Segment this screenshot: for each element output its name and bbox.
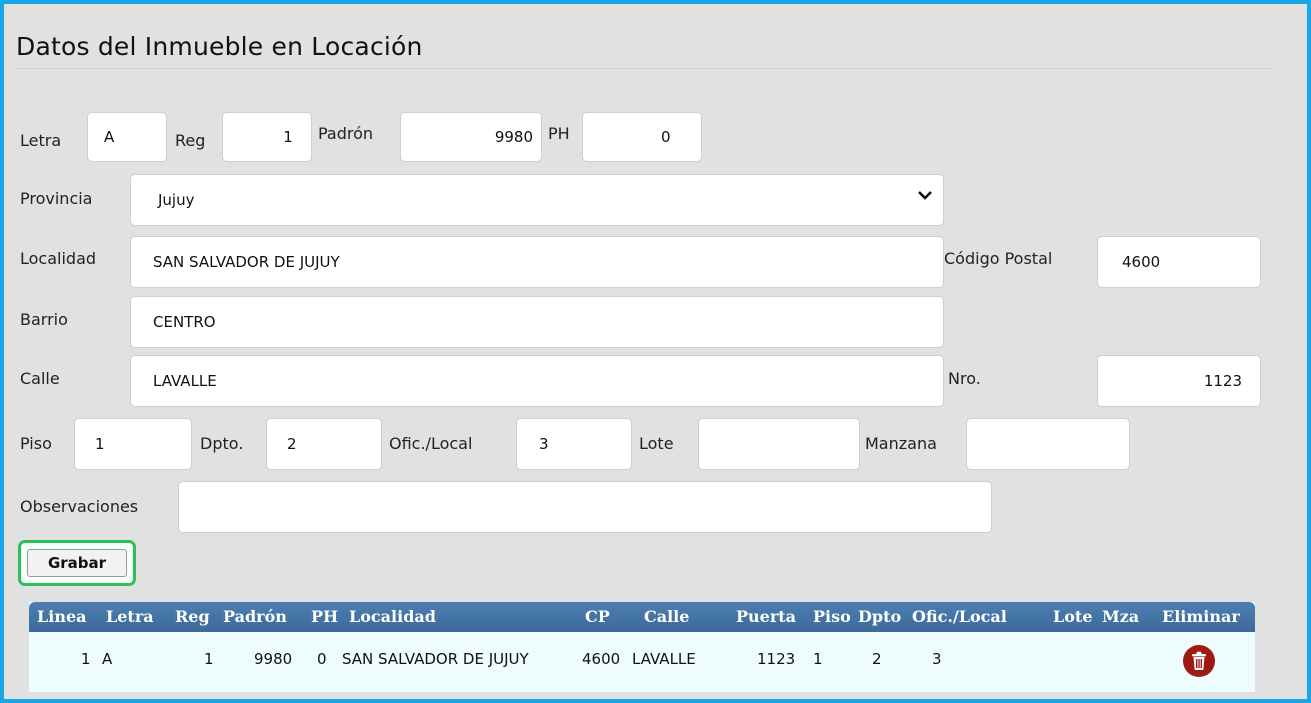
header-eliminar: Eliminar [1162,607,1240,626]
observaciones-input[interactable] [178,481,992,533]
header-localidad: Localidad [349,607,436,626]
cell-letra: A [102,650,113,668]
padron-label: Padrón [318,124,374,143]
calle-label: Calle [20,369,60,388]
cell-localidad: SAN SALVADOR DE JUJUY [342,650,529,668]
calle-input[interactable] [130,355,944,407]
oficina-label: Ofic./Local [389,434,473,453]
padron-input[interactable] [400,112,542,162]
lote-label: Lote [639,434,674,453]
save-button[interactable]: Grabar [27,549,127,577]
piso-label: Piso [20,434,52,453]
dpto-label: Dpto. [200,434,244,453]
cell-dpto: 2 [872,650,882,668]
localidad-input[interactable] [130,236,944,288]
cell-ph: 0 [317,650,327,668]
header-padron: Padrón [223,607,287,626]
chevron-down-icon [918,191,932,200]
header-puerta: Puerta [736,607,797,626]
header-cp: CP [585,607,610,626]
cell-linea: 1 [81,650,91,668]
cell-padron: 9980 [254,650,293,668]
header-oficina: Ofic./Local [912,607,1007,626]
provincia-selected: Jujuy [158,191,195,209]
observaciones-label: Observaciones [20,497,139,516]
reg-input[interactable] [222,112,312,162]
title-divider [16,68,1272,69]
localidad-label: Localidad [20,249,97,268]
cell-piso: 1 [813,650,823,668]
table-header: Linea Letra Reg Padrón PH Localidad CP C… [29,602,1255,632]
barrio-input[interactable] [130,296,944,348]
lote-input[interactable] [698,418,860,470]
letra-input[interactable] [87,112,167,162]
provincia-select[interactable]: Jujuy [130,174,944,226]
ph-label: PH [548,124,570,143]
dpto-input[interactable] [266,418,382,470]
codigo-postal-input[interactable] [1097,236,1261,288]
barrio-label: Barrio [20,310,68,329]
provincia-label: Provincia [20,189,93,208]
nro-label: Nro. [948,369,981,388]
header-reg: Reg [175,607,210,626]
form-panel: Datos del Inmueble en Locación Letra Reg… [0,0,1311,703]
codigo-postal-label: Código Postal [944,249,1053,268]
header-mza: Mza [1102,607,1140,626]
piso-input[interactable] [74,418,192,470]
cell-puerta: 1123 [757,650,796,668]
manzana-label: Manzana [865,434,937,453]
header-letra: Letra [106,607,154,626]
letra-label: Letra [20,131,62,150]
cell-oficina: 3 [932,650,942,668]
cell-calle: LAVALLE [632,650,696,668]
header-linea: Linea [37,607,87,626]
header-piso: Piso [813,607,851,626]
oficina-input[interactable] [516,418,632,470]
cell-reg: 1 [204,650,214,668]
header-ph: PH [311,607,339,626]
nro-input[interactable] [1097,355,1261,407]
trash-icon[interactable] [1182,644,1216,678]
records-table: Linea Letra Reg Padrón PH Localidad CP C… [29,602,1255,692]
save-button-focus-ring: Grabar [18,540,136,586]
manzana-input[interactable] [966,418,1130,470]
ph-input[interactable] [582,112,702,162]
page-title: Datos del Inmueble en Locación [16,32,423,61]
header-calle: Calle [644,607,690,626]
header-lote: Lote [1053,607,1093,626]
reg-label: Reg [175,131,206,150]
header-dpto: Dpto [858,607,902,626]
cell-cp: 4600 [582,650,621,668]
